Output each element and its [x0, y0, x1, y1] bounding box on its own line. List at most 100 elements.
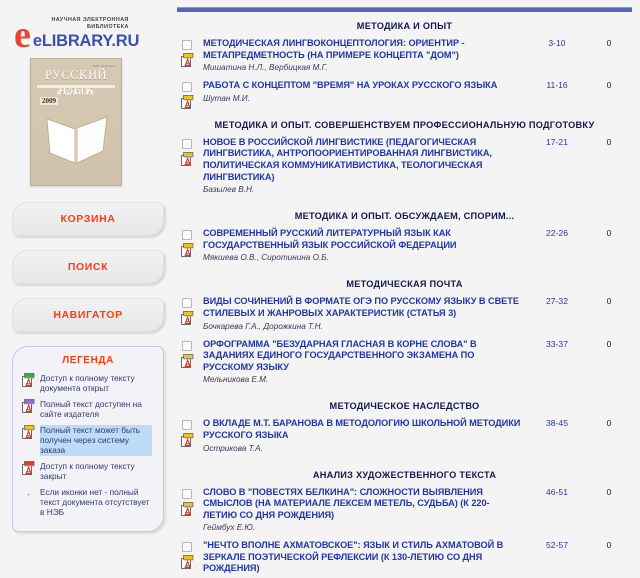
article-checkbox[interactable] — [182, 82, 192, 93]
navigator-button[interactable]: НАВИГАТОР — [12, 298, 164, 332]
article-checkbox[interactable] — [182, 230, 192, 241]
pdf-yellow-icon[interactable] — [181, 151, 194, 170]
article-pages-link[interactable]: 52-57 — [528, 540, 586, 550]
article-citation-count: 0 — [606, 38, 612, 48]
article-title-link[interactable]: ОРФОГРАММА "БЕЗУДАРНАЯ ГЛАСНАЯ В КОРНЕ С… — [203, 339, 522, 374]
logo-tagline-line2: БИБЛИОТЕКА — [86, 23, 129, 30]
article-fulltext-icon-slot — [181, 243, 194, 262]
article-pages-link[interactable]: 11-16 — [528, 80, 586, 90]
legend-item: Доступ к полному тексту документа открыт — [19, 373, 157, 394]
article-checkbox[interactable] — [182, 40, 192, 50]
article-pages-link[interactable]: 27-32 — [528, 296, 586, 306]
article-authors: Мишатина Н.Л., Вербицкая М.Г. — [203, 63, 328, 73]
article-title-link[interactable]: О ВКЛАДЕ М.Т. БАРАНОВА В МЕТОДОЛОГИЮ ШКО… — [203, 418, 522, 441]
journal-cover[interactable]: ISSN 0131-6141 РУССКИЙ ЯЗЫК В ШКОЛЕ 2009 — [30, 58, 175, 186]
article-pages-link[interactable]: 33-37 — [528, 339, 586, 349]
section-heading: АНАЛИЗ ХУДОЖЕСТВЕННОГО ТЕКСТА — [312, 469, 497, 480]
article-list: МЕТОДИКА И ОПЫТ МЕТОДИЧЕСКАЯ ЛИНГВОКОНЦЕП… — [175, 12, 640, 578]
pdf-yellow-icon[interactable] — [181, 353, 194, 372]
section-heading: МЕТОДИКА И ОПЫТ — [356, 21, 453, 31]
article-checkbox[interactable] — [182, 488, 192, 499]
search-button-label: ПОИСК — [67, 261, 109, 273]
article-authors: Мельникова Е.М. — [203, 375, 269, 385]
pdf-green-icon[interactable] — [22, 373, 35, 387]
article-pages-link[interactable]: 3-10 — [528, 38, 586, 48]
article-title-link[interactable]: МЕТОДИЧЕСКАЯ ЛИНГВОКОНЦЕПТОЛОГИЯ: ОРИЕНТ… — [203, 38, 522, 61]
article-authors: Геймбух Е.Ю. — [203, 523, 256, 533]
navigator-button-label: НАВИГАТОР — [53, 309, 123, 321]
article-citation-count: 0 — [606, 418, 612, 429]
pdf-purple-icon[interactable] — [22, 398, 35, 413]
legend-panel: ЛЕГЕНДА Доступ к полному тексту документ… — [12, 346, 164, 532]
article-checkbox[interactable] — [182, 138, 192, 149]
article-info: МЕТОДИЧЕСКАЯ ЛИНГВОКОНЦЕПТОЛОГИЯ: ОРИЕНТ… — [203, 38, 528, 73]
article-authors: Острикова Т.А. — [203, 443, 263, 453]
article-info: ВИДЫ СОЧИНЕНИЙ В ФОРМАТЕ ОГЭ ПО РУССКОМУ… — [203, 296, 528, 331]
pdf-yellow-icon[interactable] — [181, 311, 194, 329]
article-pages-link[interactable]: 22-26 — [528, 228, 586, 238]
article-title-link[interactable]: СОВРЕМЕННЫЙ РУССКИЙ ЛИТЕРАТУРНЫЙ ЯЗЫК КА… — [203, 228, 522, 251]
article-row: ОРФОГРАММА "БЕЗУДАРНАЯ ГЛАСНАЯ В КОРНЕ С… — [177, 339, 632, 393]
legend-item-label: Полный текст может быть получен через си… — [40, 424, 152, 456]
legend-item: Полный текст может быть получен через си… — [19, 424, 157, 456]
logo-wordmark: eLIBRARY.RU — [32, 31, 140, 50]
article-fulltext-icon-slot — [181, 95, 194, 114]
article-citation-count: 0 — [606, 136, 612, 147]
pdf-yellow-icon[interactable] — [181, 555, 194, 573]
pdf-yellow-icon[interactable] — [181, 243, 194, 261]
basket-button[interactable]: КОРЗИНА — [12, 202, 164, 236]
dash-icon: - — [27, 489, 30, 499]
article-citation-count: 0 — [606, 228, 612, 239]
article-fulltext-icon-slot — [181, 433, 194, 452]
legend-item-label: Доступ к полному тексту документа открыт — [40, 373, 135, 394]
article-fulltext-icon-slot — [181, 151, 194, 171]
article-select-cell — [177, 487, 203, 516]
pdf-yellow-icon[interactable] — [181, 433, 194, 451]
article-fulltext-icon-slot — [181, 555, 194, 574]
article-title-link[interactable]: СЛОВО В "ПОВЕСТЯХ БЕЛКИНА": СЛОЖНОСТИ ВЫ… — [203, 487, 522, 522]
article-authors: Бочкарева Г.А., Дорожкина Т.Н. — [203, 321, 323, 331]
article-fulltext-icon-slot — [181, 353, 194, 373]
article-authors: Базылев В.Н. — [203, 185, 255, 195]
article-info: СЛОВО В "ПОВЕСТЯХ БЕЛКИНА": СЛОЖНОСТИ ВЫ… — [203, 487, 528, 534]
article-title-link[interactable]: РАБОТА С КОНЦЕПТОМ "ВРЕМЯ" НА УРОКАХ РУС… — [203, 80, 522, 92]
article-pages-link[interactable]: 46-51 — [528, 487, 586, 497]
article-row: СЛОВО В "ПОВЕСТЯХ БЕЛКИНА": СЛОЖНОСТИ ВЫ… — [177, 487, 632, 541]
article-select-cell — [177, 296, 203, 326]
pdf-yellow-icon[interactable] — [181, 95, 194, 113]
article-checkbox[interactable] — [182, 542, 192, 553]
pdf-yellow-icon[interactable] — [22, 424, 35, 439]
search-button[interactable]: ПОИСК — [12, 250, 164, 284]
article-authors: Шутан М.И. — [203, 93, 250, 103]
legend-item-label: Доступ к полному тексту закрыт — [40, 460, 135, 482]
article-info: "НЕЧТО ВПОЛНЕ АХМАТОВСКОЕ": ЯЗЫК И СТИЛЬ… — [203, 540, 528, 578]
article-fulltext-icon-slot — [181, 53, 194, 72]
article-row: НОВОЕ В РОССИЙСКОЙ ЛИНГВИСТИКЕ (ПЕДАГОГИ… — [177, 137, 632, 202]
article-select-cell — [177, 418, 203, 448]
article-pages-link[interactable]: 38-45 — [528, 418, 586, 428]
pdf-yellow-icon[interactable] — [181, 53, 194, 71]
article-pages-link[interactable]: 17-21 — [528, 137, 586, 147]
article-row: "НЕЧТО ВПОЛНЕ АХМАТОВСКОЕ": ЯЗЫК И СТИЛЬ… — [177, 540, 632, 578]
article-checkbox[interactable] — [182, 420, 192, 431]
article-info: ОРФОГРАММА "БЕЗУДАРНАЯ ГЛАСНАЯ В КОРНЕ С… — [203, 339, 528, 386]
elibrary-logo[interactable]: e НАУЧНАЯ ЭЛЕКТРОННАЯ БИБЛИОТЕКА eLIBRAR… — [0, 0, 175, 56]
article-row: МЕТОДИЧЕСКАЯ ЛИНГВОКОНЦЕПТОЛОГИЯ: ОРИЕНТ… — [177, 38, 632, 80]
article-checkbox[interactable] — [182, 340, 192, 351]
pdf-red-icon[interactable] — [22, 460, 35, 475]
article-title-link[interactable]: ВИДЫ СОЧИНЕНИЙ В ФОРМАТЕ ОГЭ ПО РУССКОМУ… — [203, 296, 522, 319]
pdf-yellow-icon[interactable] — [181, 501, 194, 520]
legend-title: ЛЕГЕНДА — [62, 355, 114, 366]
article-title-link[interactable]: "НЕЧТО ВПОЛНЕ АХМАТОВСКОЕ": ЯЗЫК И СТИЛЬ… — [203, 540, 522, 575]
elibrary-journal-issue-page: e НАУЧНАЯ ЭЛЕКТРОННАЯ БИБЛИОТЕКА eLIBRAR… — [0, 0, 640, 578]
article-citation-count: 0 — [606, 486, 612, 497]
logo-tagline-line1: НАУЧНАЯ ЭЛЕКТРОННАЯ — [51, 16, 129, 23]
logo-e-mark: e — [14, 14, 31, 56]
section-heading: МЕТОДИЧЕСКАЯ ПОЧТА — [346, 279, 463, 290]
article-checkbox[interactable] — [182, 298, 192, 309]
article-select-cell — [177, 339, 203, 368]
article-title-link[interactable]: НОВОЕ В РОССИЙСКОЙ ЛИНГВИСТИКЕ (ПЕДАГОГИ… — [203, 137, 522, 183]
article-info: РАБОТА С КОНЦЕПТОМ "ВРЕМЯ" НА УРОКАХ РУС… — [203, 80, 528, 104]
legend-item: Доступ к полному тексту закрыт — [19, 461, 157, 482]
legend-item-label: Полный текст доступен на сайте издателя — [40, 398, 142, 420]
